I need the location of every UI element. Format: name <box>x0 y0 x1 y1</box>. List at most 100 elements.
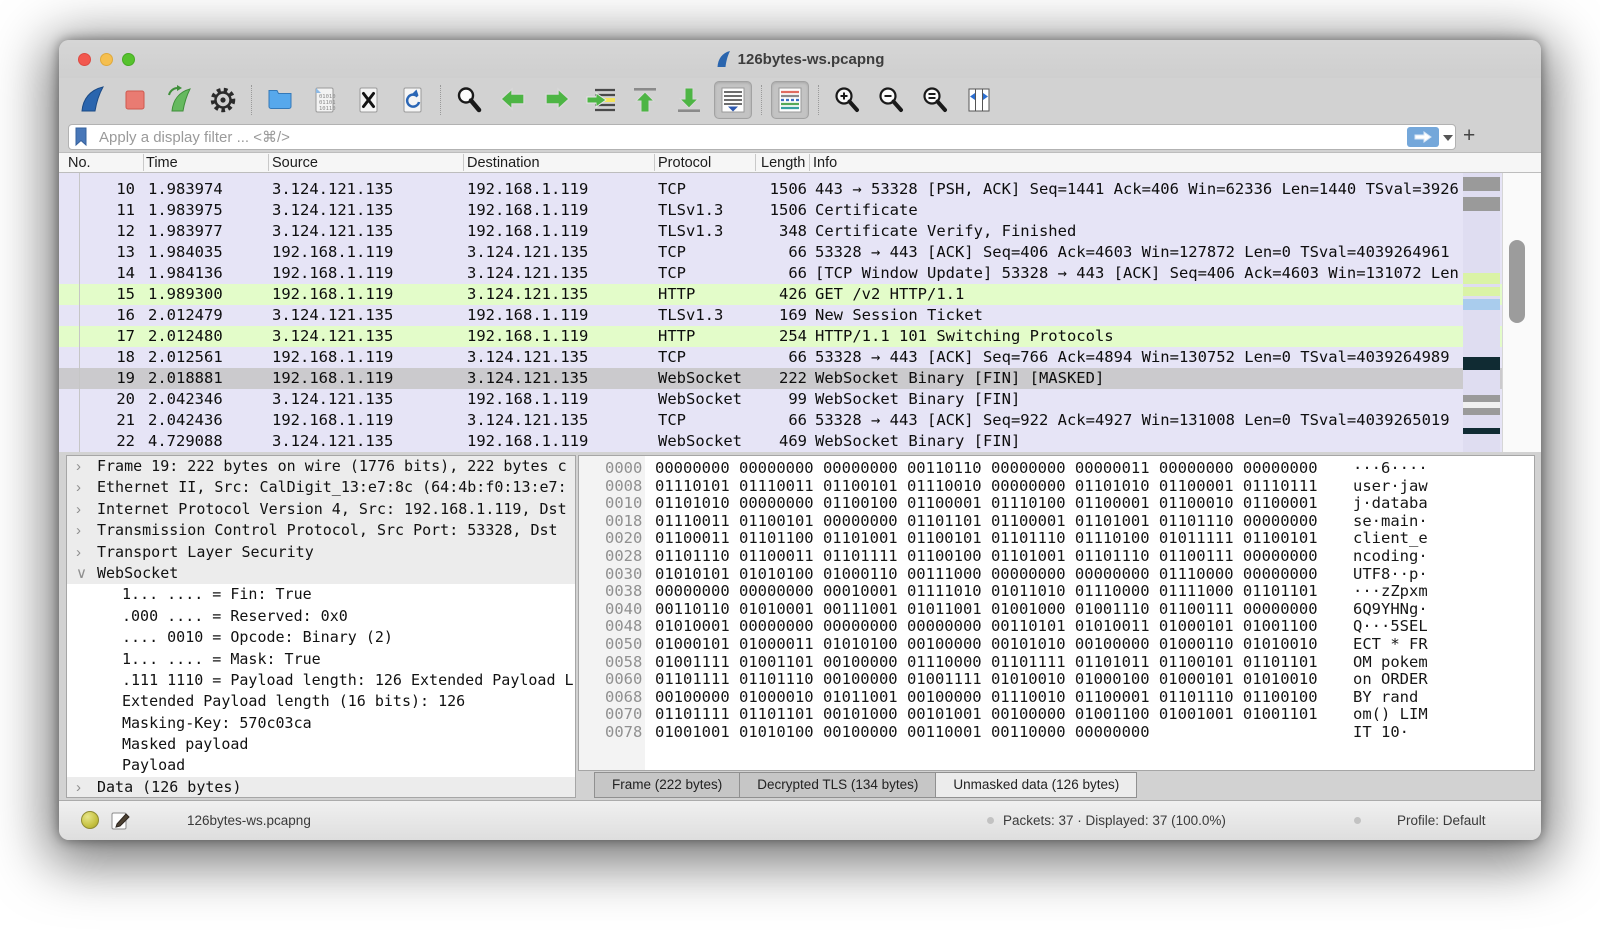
tree-chevron-icon[interactable]: › <box>76 542 81 563</box>
bytes-row[interactable]: 0000 00000000 00000000 00000000 00110110… <box>579 460 1534 478</box>
capture-options-gear-icon[interactable] <box>204 81 242 119</box>
bytes-row[interactable]: 0058 01001111 01001101 00100000 01110000… <box>579 654 1534 672</box>
column-header-source[interactable]: Source <box>272 154 318 173</box>
bytes-row[interactable]: 0030 01010101 01010100 01000110 00111000… <box>579 566 1534 584</box>
packet-row[interactable]: 18 2.012561 192.168.1.119 3.124.121.135 … <box>59 347 1541 368</box>
start-capture-fin-icon[interactable] <box>72 81 110 119</box>
detail-tree-item[interactable]: .... 0010 = Opcode: Binary (2) <box>67 627 575 648</box>
packet-protocol: TCP <box>658 179 686 200</box>
save-file-binary-icon[interactable]: 010100110110110 <box>305 81 343 119</box>
packet-row[interactable]: 19 2.018881 192.168.1.119 3.124.121.135 … <box>59 368 1541 389</box>
packet-row[interactable]: 21 2.042436 192.168.1.119 3.124.121.135 … <box>59 410 1541 431</box>
tree-chevron-icon[interactable]: ∨ <box>76 563 87 584</box>
find-packet-icon[interactable] <box>450 81 488 119</box>
packet-row[interactable]: 15 1.989300 192.168.1.119 3.124.121.135 … <box>59 284 1541 305</box>
go-back-icon[interactable] <box>494 81 532 119</box>
auto-scroll-icon[interactable] <box>714 81 752 119</box>
zoom-original-icon[interactable] <box>916 81 954 119</box>
colorize-packets-icon[interactable] <box>771 81 809 119</box>
bytes-row[interactable]: 0038 00000000 00000000 00010001 01111010… <box>579 583 1534 601</box>
display-filter-input[interactable] <box>68 124 1456 150</box>
bytes-row[interactable]: 0040 00110110 01010001 00111001 01011001… <box>579 601 1534 619</box>
bytes-row[interactable]: 0010 01101010 00000000 01100100 01100001… <box>579 495 1534 513</box>
byte-view-tab[interactable]: Frame (222 bytes) <box>594 772 740 798</box>
packet-row[interactable]: 10 1.983974 3.124.121.135 192.168.1.119 … <box>59 179 1541 200</box>
column-header-time[interactable]: Time <box>146 154 178 173</box>
zoom-in-icon[interactable] <box>828 81 866 119</box>
detail-tree-item[interactable]: Extended Payload length (16 bits): 126 <box>67 691 575 712</box>
packet-row[interactable]: 11 1.983975 3.124.121.135 192.168.1.119 … <box>59 200 1541 221</box>
bytes-row[interactable]: 0048 01010001 00000000 00000000 00000000… <box>579 618 1534 636</box>
byte-view-tab[interactable]: Unmasked data (126 bytes) <box>935 772 1137 798</box>
detail-tree-item[interactable]: › Transport Layer Security <box>67 542 575 563</box>
open-file-folder-icon[interactable] <box>261 81 299 119</box>
tree-chevron-icon[interactable]: › <box>76 520 81 541</box>
byte-offset: 0010 <box>605 495 642 513</box>
detail-tree-item[interactable]: 1... .... = Fin: True <box>67 584 575 605</box>
filter-dropdown-caret[interactable] <box>1443 135 1453 141</box>
packet-row[interactable]: 12 1.983977 3.124.121.135 192.168.1.119 … <box>59 221 1541 242</box>
packet-row[interactable]: 13 1.984035 192.168.1.119 3.124.121.135 … <box>59 242 1541 263</box>
packet-detail-pane: › Frame 19: 222 bytes on wire (1776 bits… <box>66 455 576 798</box>
reload-file-icon[interactable] <box>393 81 431 119</box>
tree-chevron-icon[interactable]: › <box>76 456 81 477</box>
detail-tree-item[interactable]: 1... .... = Mask: True <box>67 649 575 670</box>
packet-row[interactable]: 16 2.012479 3.124.121.135 192.168.1.119 … <box>59 305 1541 326</box>
packet-list-scrollbar-thumb[interactable] <box>1509 240 1525 323</box>
bytes-row[interactable]: 0070 01101111 01101101 00101000 00101001… <box>579 706 1534 724</box>
detail-tree-item[interactable]: .111 1110 = Payload length: 126 Extended… <box>67 670 575 691</box>
go-forward-icon[interactable] <box>538 81 576 119</box>
detail-tree-item[interactable]: › Transmission Control Protocol, Src Por… <box>67 520 575 541</box>
bytes-row[interactable]: 0078 01001001 01010100 00100000 00110001… <box>579 724 1534 742</box>
detail-tree-item[interactable]: Masked payload <box>67 734 575 755</box>
go-to-top-icon[interactable] <box>626 81 664 119</box>
bytes-row[interactable]: 0008 01110101 01110011 01100101 01110010… <box>579 478 1534 496</box>
apply-filter-button[interactable] <box>1407 127 1439 147</box>
packet-row[interactable]: 22 4.729088 3.124.121.135 192.168.1.119 … <box>59 431 1541 452</box>
detail-tree-item[interactable]: › Ethernet II, Src: CalDigit_13:e7:8c (6… <box>67 477 575 498</box>
bytes-row[interactable]: 0050 01000101 01000011 01010100 00100000… <box>579 636 1534 654</box>
packet-destination: 192.168.1.119 <box>467 326 588 347</box>
column-header-protocol[interactable]: Protocol <box>658 154 711 173</box>
stop-capture-icon[interactable] <box>116 81 154 119</box>
bytes-row[interactable]: 0028 01101110 01100011 01101111 01100100… <box>579 548 1534 566</box>
bytes-row[interactable]: 0018 01110011 01100101 00000000 01101101… <box>579 513 1534 531</box>
tree-chevron-icon[interactable]: › <box>76 777 81 798</box>
byte-view-tab[interactable]: Decrypted TLS (134 bytes) <box>739 772 936 798</box>
packet-row[interactable]: 17 2.012480 3.124.121.135 192.168.1.119 … <box>59 326 1541 347</box>
column-header-info[interactable]: Info <box>813 154 837 173</box>
intelligent-scrollbar-minimap[interactable] <box>1463 173 1500 452</box>
packet-destination: 192.168.1.119 <box>467 389 588 410</box>
svg-text:10110: 10110 <box>319 106 336 112</box>
detail-tree-item[interactable]: ∨ WebSocket <box>67 563 575 584</box>
detail-tree-item[interactable]: › Frame 19: 222 bytes on wire (1776 bits… <box>67 456 575 477</box>
detail-tree-item[interactable]: Masking-Key: 570c03ca <box>67 713 575 734</box>
status-profile[interactable]: Profile: Default <box>1397 813 1486 828</box>
resize-columns-icon[interactable] <box>960 81 998 119</box>
tree-chevron-icon[interactable]: › <box>76 477 81 498</box>
zoom-out-icon[interactable] <box>872 81 910 119</box>
detail-tree-item[interactable]: › Internet Protocol Version 4, Src: 192.… <box>67 499 575 520</box>
expert-info-icon[interactable] <box>81 811 99 829</box>
bytes-row[interactable]: 0068 00100000 01000010 01011001 00100000… <box>579 689 1534 707</box>
capture-comment-icon[interactable] <box>111 811 130 830</box>
close-file-icon[interactable] <box>349 81 387 119</box>
detail-tree-item[interactable]: › Data (126 bytes) <box>67 777 575 798</box>
packet-row[interactable]: 20 2.042346 3.124.121.135 192.168.1.119 … <box>59 389 1541 410</box>
detail-tree-item[interactable]: Payload <box>67 755 575 776</box>
add-filter-button[interactable]: + <box>1463 123 1475 149</box>
tree-chevron-icon[interactable]: › <box>76 499 81 520</box>
bytes-row[interactable]: 0060 01101111 01101110 00100000 01001111… <box>579 671 1534 689</box>
packet-info: WebSocket Binary [FIN] <box>815 389 1459 410</box>
detail-tree-item[interactable]: .000 .... = Reserved: 0x0 <box>67 606 575 627</box>
toolbar-separator <box>251 85 252 115</box>
packet-row[interactable]: 14 1.984136 192.168.1.119 3.124.121.135 … <box>59 263 1541 284</box>
column-header-destination[interactable]: Destination <box>467 154 540 173</box>
go-to-bottom-icon[interactable] <box>670 81 708 119</box>
column-header-length[interactable]: Length <box>761 154 808 173</box>
restart-capture-icon[interactable] <box>160 81 198 119</box>
column-header-no[interactable]: No. <box>68 154 91 173</box>
go-to-packet-icon[interactable] <box>582 81 620 119</box>
filter-bookmark-icon[interactable] <box>74 127 88 147</box>
bytes-row[interactable]: 0020 01100011 01101100 01101001 01100101… <box>579 530 1534 548</box>
